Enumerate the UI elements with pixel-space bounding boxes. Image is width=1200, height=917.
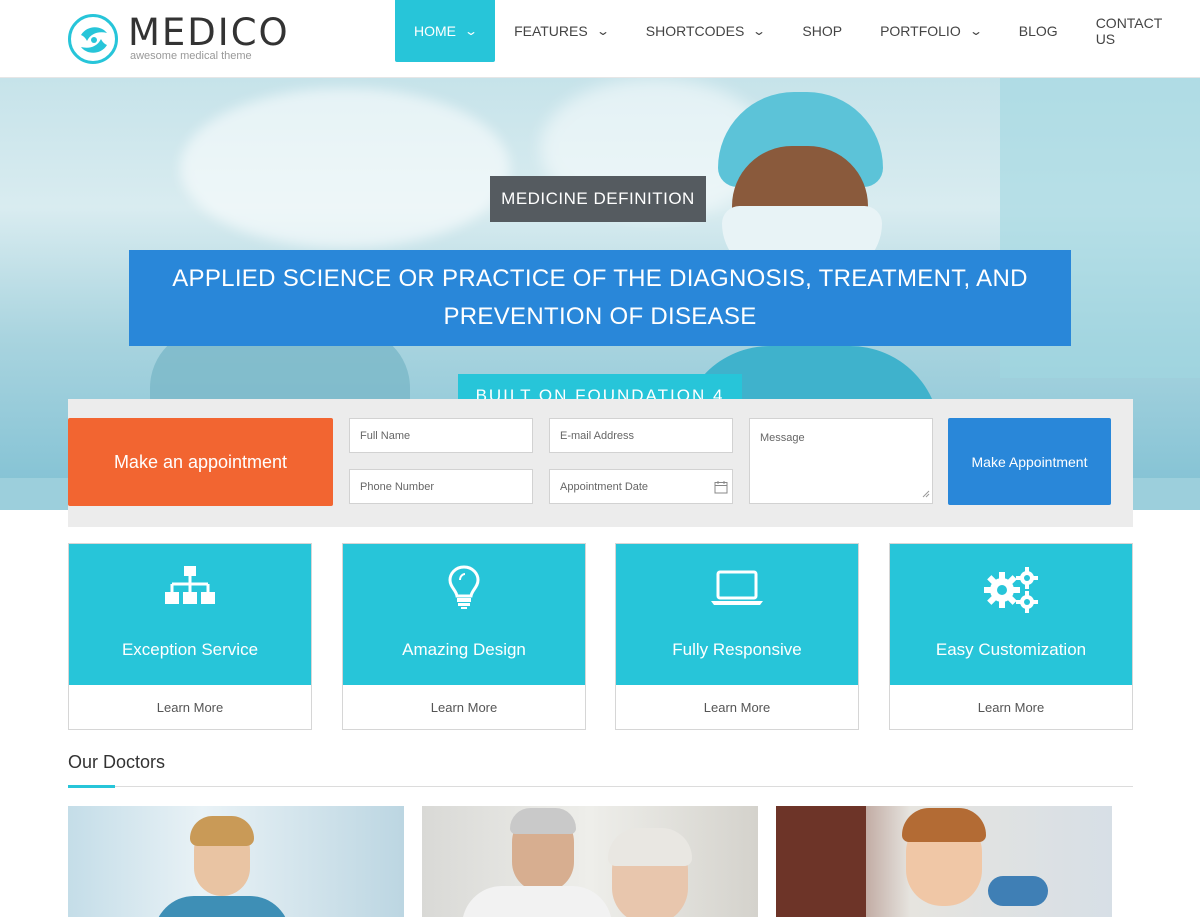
gears-icon xyxy=(983,564,1039,621)
nav-item-portfolio[interactable]: PORTFOLIO ⌄ xyxy=(861,0,1000,62)
nav-label: BLOG xyxy=(1018,23,1058,39)
hero-lamp-shape xyxy=(180,88,510,248)
nav-label: CONTACT US xyxy=(1095,15,1163,47)
date-placeholder: Appointment Date xyxy=(560,480,649,493)
chevron-down-icon: ⌄ xyxy=(463,24,479,38)
learn-more-link[interactable]: Learn More xyxy=(616,685,858,730)
feature-title: Exception Service xyxy=(121,640,259,659)
hero-headline-line1: APPLIED SCIENCE OR PRACTICE OF THE DIAGN… xyxy=(172,265,1028,292)
nav-item-features[interactable]: FEATURES ⌄ xyxy=(495,0,627,62)
message-textarea[interactable]: Message xyxy=(749,418,933,504)
feature-title: Easy Customization xyxy=(935,640,1087,659)
hero-headline-line2: PREVENTION OF DISEASE xyxy=(443,303,757,330)
nav-item-shop[interactable]: SHOP xyxy=(783,0,861,62)
feature-card: Amazing Design Learn More xyxy=(342,543,586,730)
learn-more-link[interactable]: Learn More xyxy=(343,685,585,730)
lightbulb-icon xyxy=(447,564,481,615)
learn-more-link[interactable]: Learn More xyxy=(890,685,1132,730)
learn-more-link[interactable]: Learn More xyxy=(69,685,311,730)
nav-item-blog[interactable]: BLOG xyxy=(1000,0,1077,62)
chevron-down-icon: ⌄ xyxy=(752,24,767,38)
logo-icon xyxy=(68,14,118,64)
logo-title: MEDICO xyxy=(128,11,290,54)
nav-label: FEATURES xyxy=(514,23,588,39)
doctor-photo[interactable] xyxy=(776,806,1112,917)
feature-card: Easy Customization Learn More xyxy=(889,543,1133,730)
logo[interactable]: MEDICO awesome medical theme xyxy=(68,14,290,64)
full-name-input[interactable]: Full Name xyxy=(349,418,533,453)
nav-label: SHOP xyxy=(802,23,843,39)
nav-label: PORTFOLIO xyxy=(880,23,961,39)
phone-placeholder: Phone Number xyxy=(360,480,434,493)
appointment-date-input[interactable]: Appointment Date xyxy=(549,469,733,504)
make-appointment-button[interactable]: Make Appointment xyxy=(948,418,1111,505)
feature-card: Exception Service Learn More xyxy=(68,543,312,730)
doctors-heading: Our Doctors xyxy=(68,752,166,772)
nav-item-contact[interactable]: CONTACT US xyxy=(1077,0,1200,62)
message-placeholder: Message xyxy=(760,432,805,444)
full-name-placeholder: Full Name xyxy=(360,429,411,442)
email-input[interactable]: E-mail Address xyxy=(549,418,733,453)
appointment-heading: Make an appointment xyxy=(68,418,333,506)
main-nav: HOME ⌄ FEATURES ⌄ SHORTCODES ⌄ SHOP PORT… xyxy=(395,0,1200,62)
feature-title: Amazing Design xyxy=(402,640,526,659)
section-divider xyxy=(68,786,1133,787)
section-accent-bar xyxy=(68,785,115,788)
nav-item-home[interactable]: HOME ⌄ xyxy=(395,0,496,62)
email-placeholder: E-mail Address xyxy=(560,429,634,442)
hero-headline: APPLIED SCIENCE OR PRACTICE OF THE DIAGN… xyxy=(129,250,1071,346)
feature-title: Fully Responsive xyxy=(672,640,802,659)
nav-label: HOME xyxy=(414,23,456,39)
calendar-icon[interactable] xyxy=(714,480,728,497)
chevron-down-icon: ⌄ xyxy=(595,24,610,38)
sitemap-icon xyxy=(164,564,216,615)
laptop-icon xyxy=(709,564,765,615)
resize-grip-icon[interactable] xyxy=(922,489,930,501)
doctor-photo[interactable] xyxy=(422,806,758,917)
nav-label: SHORTCODES xyxy=(645,23,745,39)
phone-input[interactable]: Phone Number xyxy=(349,469,533,504)
site-header: MEDICO awesome medical theme HOME ⌄ FEAT… xyxy=(0,0,1200,78)
hero-tag: MEDICINE DEFINITION xyxy=(490,176,706,222)
chevron-down-icon: ⌄ xyxy=(968,24,983,38)
feature-card: Fully Responsive Learn More xyxy=(615,543,859,730)
nav-item-shortcodes[interactable]: SHORTCODES ⌄ xyxy=(627,0,784,62)
appointment-bar: Make an appointment Full Name E-mail Add… xyxy=(68,399,1133,527)
doctor-photo[interactable] xyxy=(68,806,404,917)
